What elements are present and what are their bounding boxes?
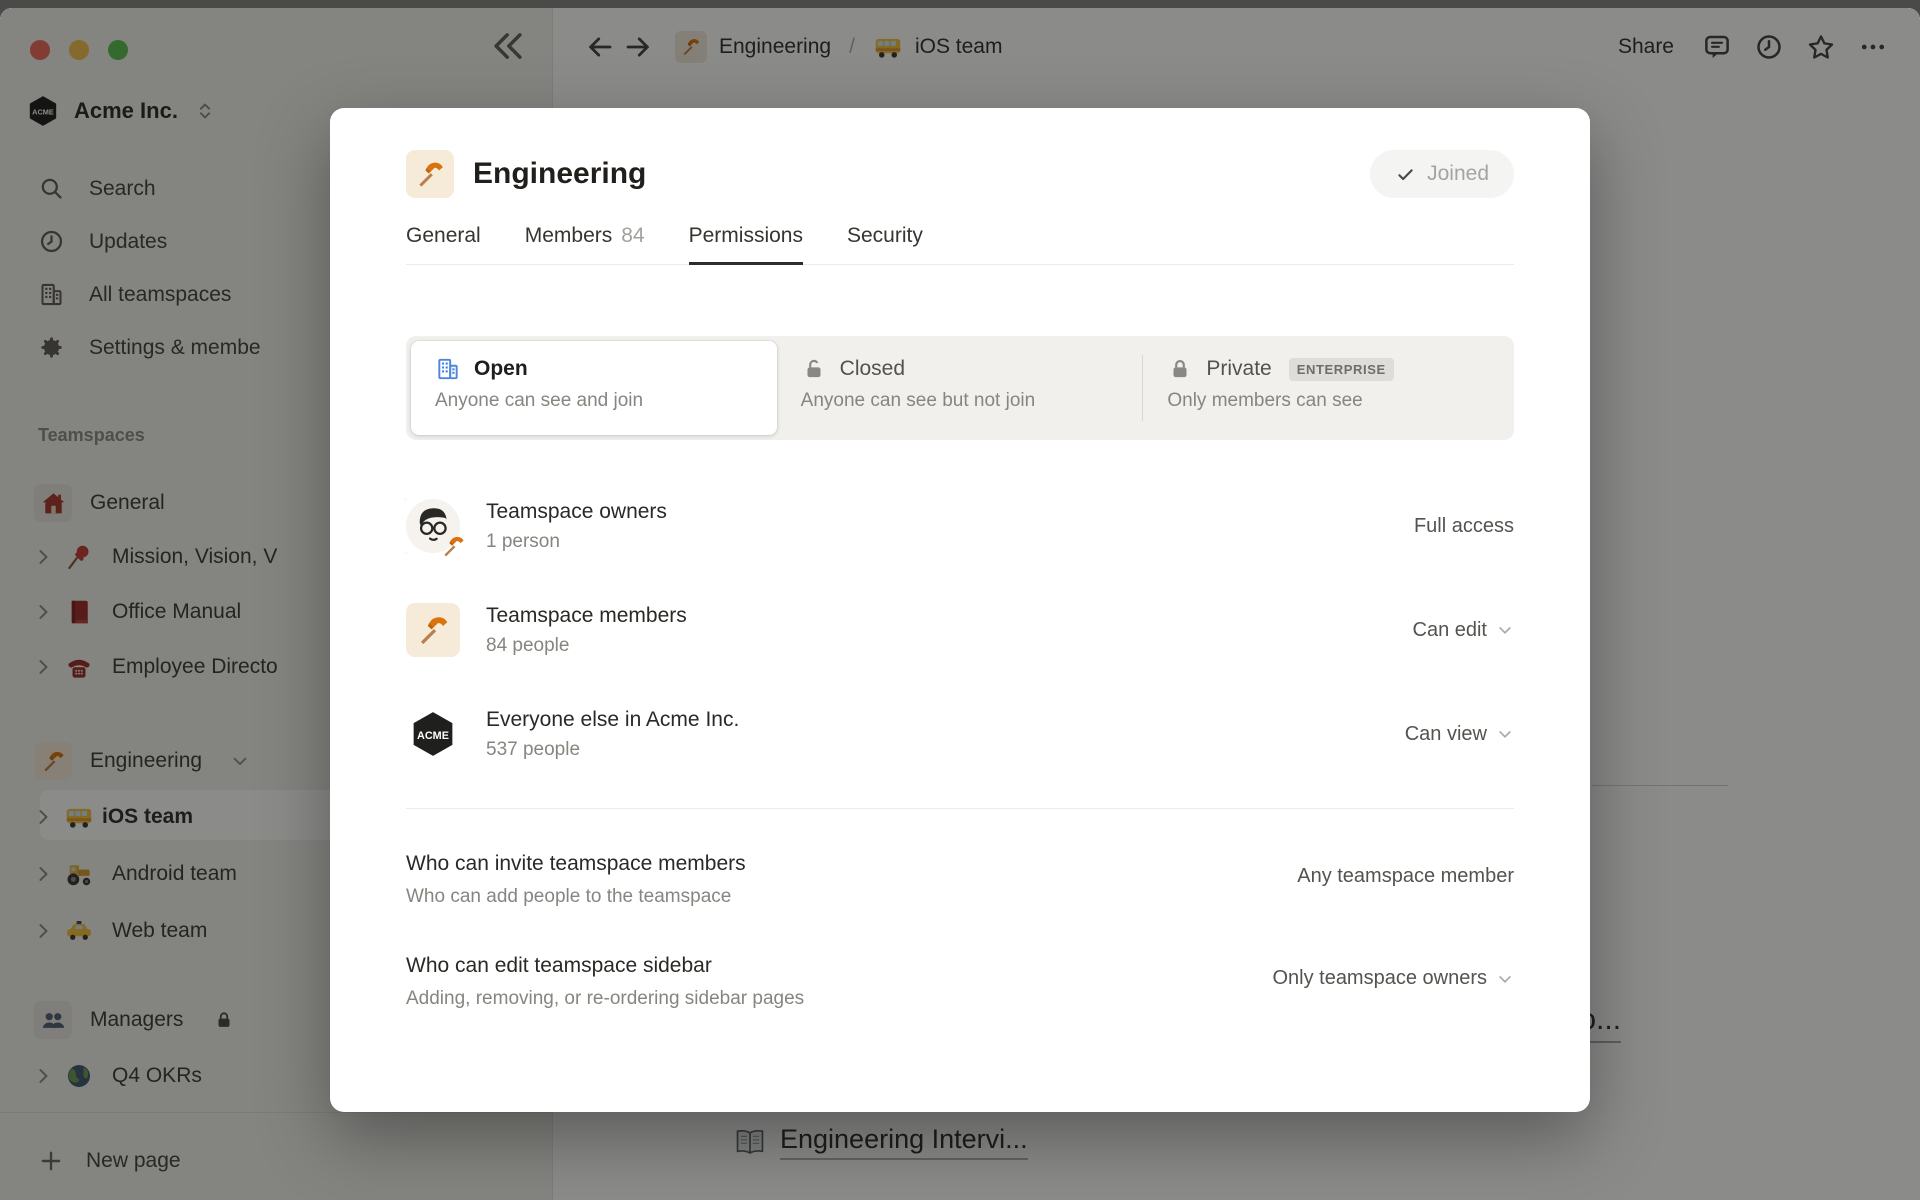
- chevron-down-icon: [1496, 970, 1514, 988]
- row-title: Teamspace owners: [486, 500, 667, 524]
- permission-row-owners: Teamspace owners 1 person Full access: [406, 474, 1514, 578]
- notion-window: Acme Inc. Search Updates All teamspaces …: [0, 8, 1920, 1200]
- members-access-dropdown[interactable]: Can edit: [1413, 619, 1515, 642]
- visibility-option-open[interactable]: Open Anyone can see and join: [411, 341, 777, 435]
- lock-open-icon: [801, 356, 827, 382]
- lock-icon: [1167, 356, 1193, 382]
- setting-subtitle: Who can add people to the teamspace: [406, 886, 746, 908]
- tab-general[interactable]: General: [406, 224, 481, 264]
- teamspace-settings-modal: Engineering Joined General Members84 Per…: [330, 108, 1590, 1112]
- modal-divider: [406, 808, 1514, 809]
- setting-subtitle: Adding, removing, or re-ordering sidebar…: [406, 988, 804, 1010]
- hammer-badge-icon: [440, 533, 467, 560]
- permission-row-members: Teamspace members 84 people Can edit: [406, 578, 1514, 682]
- row-title: Everyone else in Acme Inc.: [486, 708, 739, 732]
- visibility-option-closed[interactable]: Closed Anyone can see but not join: [777, 341, 1143, 435]
- hammer-icon: [415, 612, 452, 649]
- row-subtitle: 537 people: [486, 739, 739, 761]
- visibility-option-private[interactable]: Private ENTERPRISE Only members can see: [1143, 341, 1509, 435]
- row-subtitle: 1 person: [486, 531, 667, 553]
- acme-logo-icon: [408, 709, 458, 759]
- chevron-down-icon: [1496, 725, 1514, 743]
- setting-row-invite: Who can invite teamspace members Who can…: [406, 852, 1514, 908]
- setting-title: Who can invite teamspace members: [406, 852, 746, 876]
- members-count: 84: [621, 224, 644, 248]
- permission-rows: Teamspace owners 1 person Full access Te…: [406, 474, 1514, 786]
- enterprise-badge: ENTERPRISE: [1289, 358, 1394, 381]
- setting-title: Who can edit teamspace sidebar: [406, 954, 804, 978]
- everyone-access-dropdown[interactable]: Can view: [1405, 723, 1514, 746]
- modal-header: Engineering Joined: [406, 150, 1514, 198]
- visibility-segmented-control: Open Anyone can see and join Closed Anyo…: [406, 336, 1514, 440]
- chevron-down-icon: [1496, 621, 1514, 639]
- owners-access-level: Full access: [1414, 515, 1514, 538]
- joined-button[interactable]: Joined: [1370, 150, 1514, 198]
- tab-permissions[interactable]: Permissions: [689, 224, 803, 265]
- tab-security[interactable]: Security: [847, 224, 923, 264]
- row-subtitle: 84 people: [486, 635, 687, 657]
- modal-tabs: General Members84 Permissions Security: [406, 224, 1514, 265]
- building-blue-icon: [435, 356, 461, 382]
- edit-sidebar-setting-dropdown[interactable]: Only teamspace owners: [1272, 967, 1514, 990]
- setting-row-edit-sidebar: Who can edit teamspace sidebar Adding, r…: [406, 954, 1514, 1010]
- tab-members[interactable]: Members84: [525, 224, 645, 264]
- check-icon: [1395, 164, 1416, 185]
- modal-title: Engineering: [473, 157, 646, 191]
- joined-label: Joined: [1427, 162, 1489, 186]
- hammer-icon: [414, 158, 447, 191]
- invite-setting-value[interactable]: Any teamspace member: [1297, 865, 1514, 888]
- permission-row-everyone: Everyone else in Acme Inc. 537 people Ca…: [406, 682, 1514, 786]
- row-title: Teamspace members: [486, 604, 687, 628]
